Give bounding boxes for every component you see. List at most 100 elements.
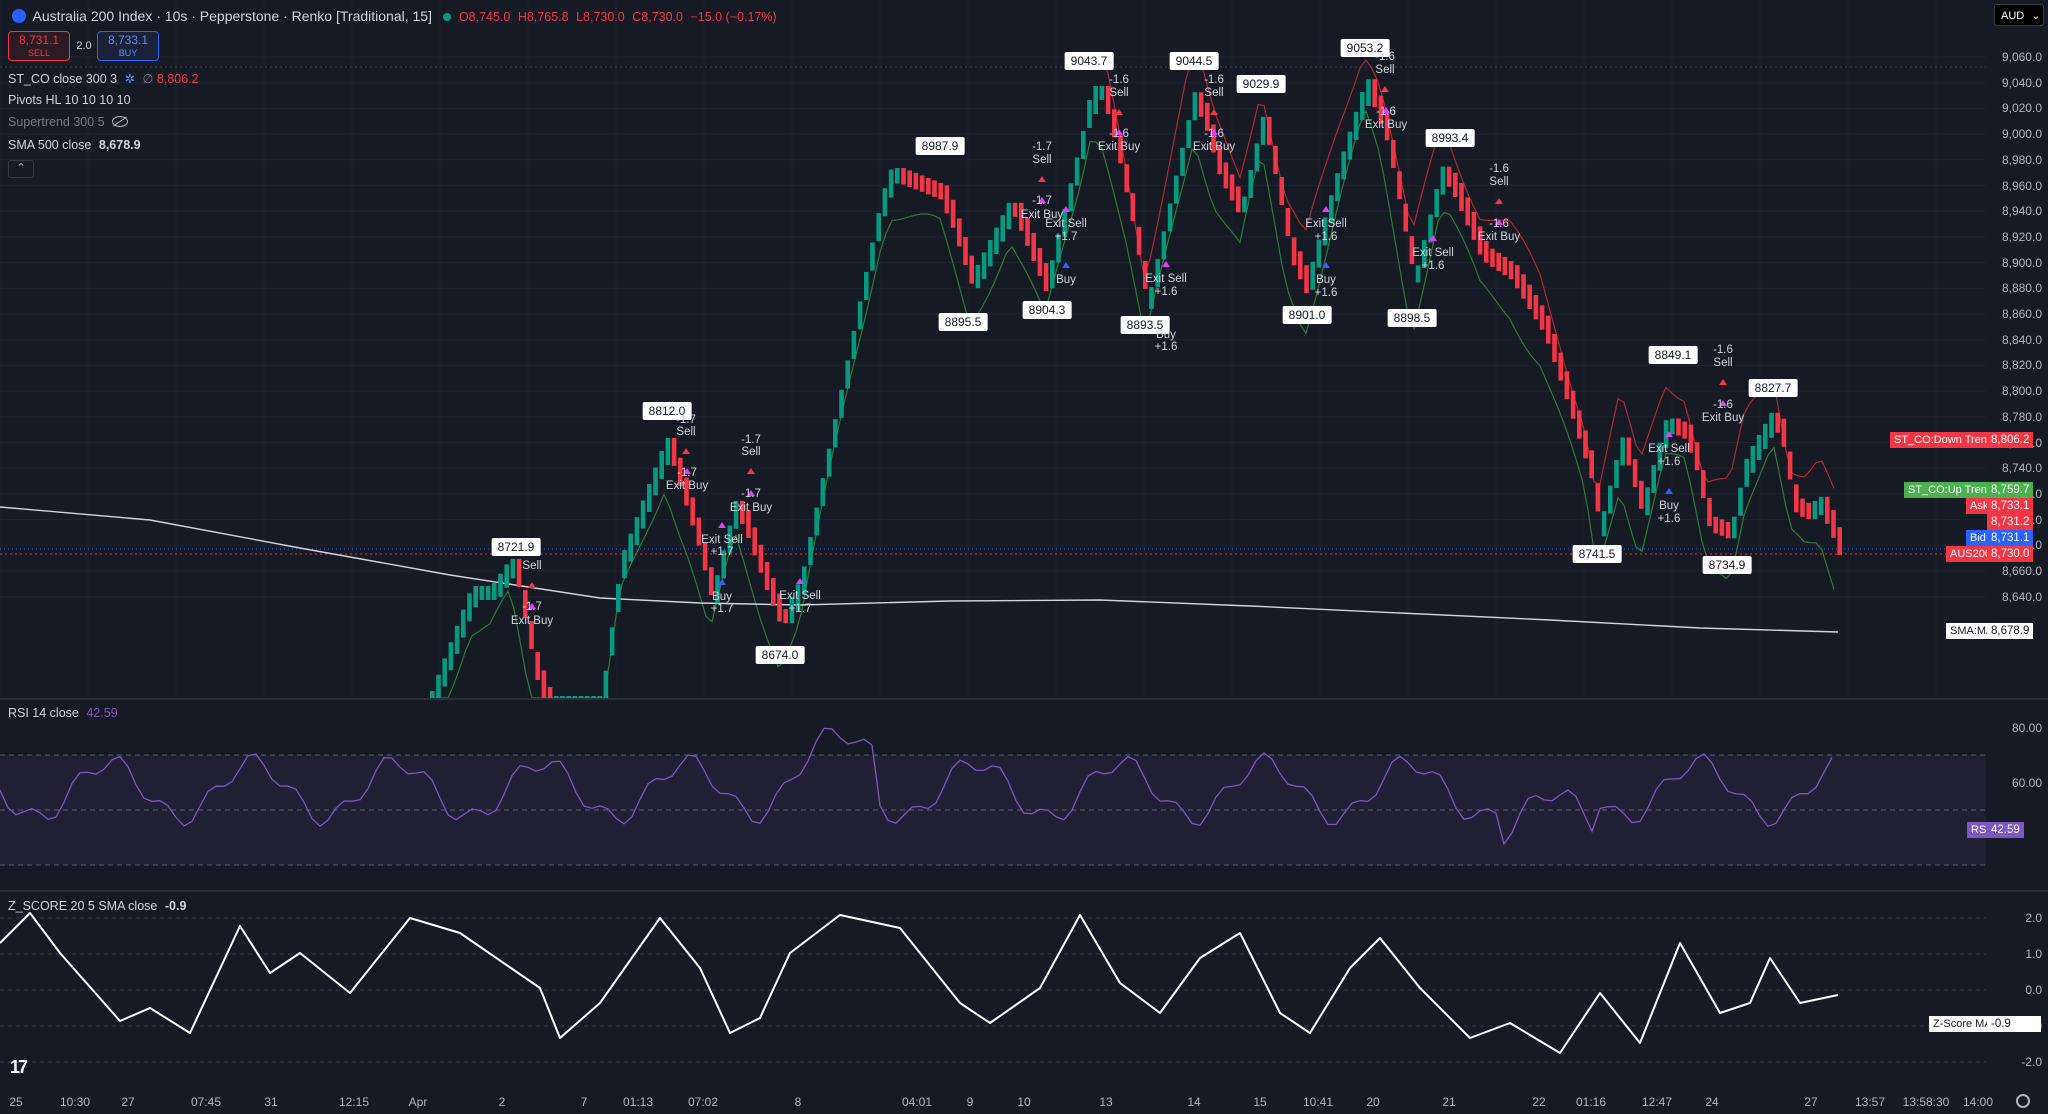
renko-brick xyxy=(1825,496,1830,524)
time-axis-label: 27 xyxy=(121,1095,135,1109)
renko-brick xyxy=(640,500,646,529)
open-value: O8,745.0 xyxy=(458,10,511,24)
sell-button[interactable]: 8,731.1 SELL xyxy=(8,31,70,61)
pane-separator[interactable] xyxy=(0,890,2048,892)
rsi-axis[interactable]: 80.00 60.00 xyxy=(1986,700,2048,890)
pivot-label: 8674.0 xyxy=(755,646,805,664)
signal-label: Exit Buy xyxy=(729,502,773,514)
renko-brick xyxy=(1391,140,1396,168)
time-axis[interactable]: 25 10:30 27 07:45 31 12:15 Apr 2 7 01:13 07:02 8 04:… xyxy=(0,1090,2048,1114)
renko-brick xyxy=(1304,265,1309,294)
renko-brick xyxy=(1347,131,1353,160)
price-axis-label: 9,020.0 xyxy=(2001,101,2042,116)
signal-label: Exit Buy xyxy=(1701,412,1745,424)
zscore-pane[interactable] xyxy=(0,893,1986,1090)
supertrend-legend[interactable]: Supertrend 300 5 xyxy=(8,115,129,129)
signal-arrow-icon xyxy=(682,448,690,454)
currency-select[interactable]: AUD ⌄ xyxy=(1994,4,2044,26)
zscore-chart xyxy=(0,912,1986,1063)
renko-brick xyxy=(1769,412,1774,438)
rsi-pane[interactable] xyxy=(0,700,1986,890)
rsi-label: RSI 14 close xyxy=(8,706,79,720)
price-axis-label: 8,920.0 xyxy=(2001,229,2042,244)
pivot-label: 8734.9 xyxy=(1702,556,1752,574)
ask-tag-value: 8,733.1 xyxy=(1987,498,2034,514)
renko-brick xyxy=(950,199,956,228)
renko-brick xyxy=(1595,483,1601,512)
renko-brick xyxy=(957,218,962,247)
renko-brick xyxy=(808,537,813,566)
pivot-label: 9043.7 xyxy=(1064,52,1114,70)
low-value: L8,730.0 xyxy=(576,10,625,24)
pivots-label: Pivots HL 10 10 10 10 xyxy=(8,93,131,107)
renko-brick xyxy=(547,686,553,698)
signal-label: Exit Sell xyxy=(1412,247,1454,259)
renko-brick xyxy=(851,330,857,359)
gear-icon[interactable] xyxy=(2016,1094,2030,1108)
renko-brick xyxy=(1601,511,1607,537)
zscore-legend[interactable]: Z_SCORE 20 5 SMA close -0.9 xyxy=(8,899,186,913)
time-axis-label: 07:02 xyxy=(687,1095,719,1109)
price-axis-label: 8,840.0 xyxy=(2001,332,2042,347)
renko-brick xyxy=(541,670,547,698)
settings-icon[interactable]: ✲ xyxy=(125,72,135,86)
renko-brick xyxy=(609,627,615,656)
renko-brick xyxy=(1521,274,1526,299)
zscore-axis-label: 2.0 xyxy=(2025,911,2042,925)
signal-label: Exit Sell xyxy=(1305,218,1347,230)
renko-brick xyxy=(1459,183,1464,211)
tradingview-logo[interactable]: 17 xyxy=(10,1057,28,1078)
renko-brick xyxy=(1508,261,1514,280)
close-value: C8,730.0 xyxy=(632,10,683,24)
renko-brick xyxy=(1279,177,1284,205)
signal-label: +1.6 xyxy=(1657,456,1681,468)
signal-label: +1.6 xyxy=(1421,260,1445,272)
renko-brick xyxy=(758,544,764,573)
currency-value: AUD xyxy=(2001,10,2025,22)
signal-arrow-icon xyxy=(528,582,536,588)
zscore-tag-value: -0.9 xyxy=(1987,1016,2041,1032)
renko-brick xyxy=(1242,196,1247,213)
price-axis-label: 9,000.0 xyxy=(2001,127,2042,142)
sma-legend[interactable]: SMA 500 close 8,678.9 xyxy=(8,138,141,152)
renko-brick xyxy=(467,593,472,622)
st-co-legend[interactable]: ST_CO close 300 3 ✲ ∅ 8,806.2 xyxy=(8,71,199,86)
pivot-label: 8993.4 xyxy=(1425,129,1475,147)
renko-brick xyxy=(1577,410,1582,439)
renko-brick xyxy=(1589,450,1594,479)
signal-arrow-icon xyxy=(747,468,755,474)
time-axis-label: 14 xyxy=(1187,1095,1201,1109)
price-axis[interactable]: 9,060.0 9,040.0 9,020.0 9,000.0 8,980.0 8,960… xyxy=(1986,0,2048,698)
symbol-legend[interactable]: Australia 200 Index · 10s · Pepperstone … xyxy=(8,8,777,24)
hidden-eye-icon[interactable] xyxy=(112,116,129,127)
signal-label: Exit Buy xyxy=(510,615,554,627)
buy-button[interactable]: 8,733.1 BUY xyxy=(97,31,159,61)
zscore-line xyxy=(0,912,1839,1054)
renko-brick xyxy=(634,517,640,546)
signal-label: -1.7 xyxy=(522,601,542,613)
rsi-legend[interactable]: RSI 14 close 42.59 xyxy=(8,706,118,720)
renko-brick xyxy=(1167,203,1173,232)
signal-label: Exit Buy xyxy=(1364,119,1408,131)
signal-label: -1.6 xyxy=(1489,218,1509,230)
renko-brick xyxy=(901,168,906,185)
pivot-label: 8904.3 xyxy=(1022,301,1072,319)
signal-label: Exit Sell xyxy=(779,590,821,602)
renko-brick xyxy=(1837,527,1842,556)
renko-brick xyxy=(1149,287,1154,309)
time-axis-label: 21 xyxy=(1442,1095,1456,1109)
renko-brick xyxy=(1161,231,1167,260)
renko-brick xyxy=(1180,147,1185,176)
symbol-title[interactable]: Australia 200 Index · 10s · Pepperstone … xyxy=(32,8,431,24)
pivots-legend[interactable]: Pivots HL 10 10 10 10 xyxy=(8,93,131,107)
renko-brick xyxy=(1682,421,1687,439)
signal-label: Sell xyxy=(1109,87,1129,99)
renko-brick xyxy=(1050,260,1055,289)
renko-brick xyxy=(1626,437,1632,466)
renko-brick xyxy=(1236,186,1241,213)
signal-arrow-icon xyxy=(1381,86,1389,92)
collapse-legend-button[interactable]: ⌃ xyxy=(8,160,34,178)
zscore-axis[interactable]: 2.01.00.0-1.0-2.0 xyxy=(1986,893,2048,1090)
status-dot-icon xyxy=(443,13,452,21)
renko-brick xyxy=(504,564,509,588)
